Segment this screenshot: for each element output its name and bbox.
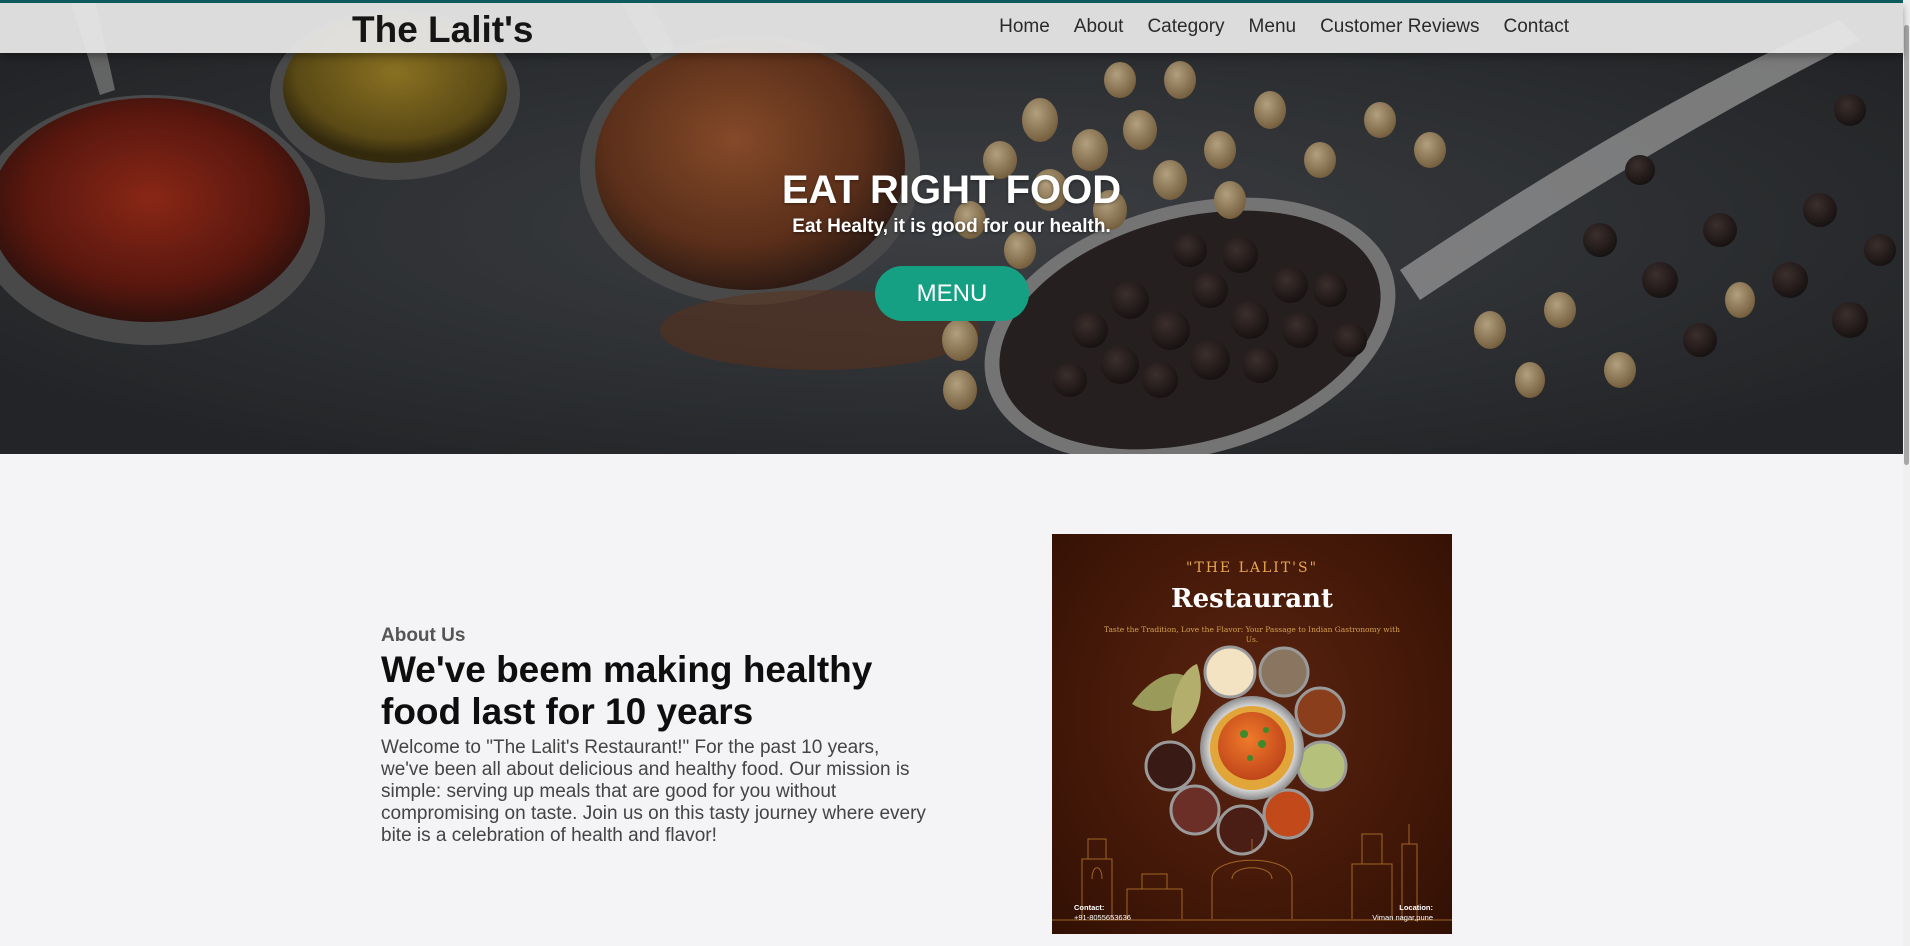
- poster-title: Restaurant: [1170, 584, 1333, 614]
- nav-contact[interactable]: Contact: [1504, 16, 1569, 38]
- nav-menu[interactable]: Menu: [1249, 16, 1297, 38]
- nav-links: Home About Category Menu Customer Review…: [999, 16, 1569, 38]
- about-eyebrow: About Us: [381, 625, 466, 646]
- poster-contact-value: +91-8055653636: [1074, 913, 1131, 922]
- scrollbar-thumb[interactable]: [1904, 25, 1909, 465]
- poster-location: Location: Viman nagar,pune: [1313, 903, 1433, 923]
- poster-brand: "THE LALIT'S": [1185, 560, 1319, 576]
- menu-button[interactable]: MENU: [875, 266, 1029, 321]
- restaurant-poster-image: "THE LALIT'S" Restaurant Taste the Tradi…: [1052, 534, 1452, 934]
- nav-home[interactable]: Home: [999, 16, 1050, 38]
- poster-contact: Contact: +91-8055653636: [1074, 903, 1194, 923]
- hero-banner: EAT RIGHT FOOD Eat Healty, it is good fo…: [0, 0, 1903, 454]
- page-scrollbar[interactable]: [1903, 0, 1910, 946]
- about-section: About Us We've beem making healthy food …: [381, 625, 941, 847]
- navbar: The Lalit's Home About Category Menu Cus…: [0, 3, 1903, 53]
- hero-title: EAT RIGHT FOOD: [781, 168, 1122, 212]
- poster-location-label: Location:: [1399, 903, 1433, 912]
- nav-about[interactable]: About: [1074, 16, 1124, 38]
- about-heading: We've beem making healthy food last for …: [381, 649, 873, 732]
- poster-location-value: Viman nagar,pune: [1372, 913, 1433, 922]
- nav-customer-reviews[interactable]: Customer Reviews: [1320, 16, 1479, 38]
- poster-tagline: Taste the Tradition, Love the Flavor: Yo…: [1104, 625, 1400, 644]
- hero-subtitle: Eat Healty, it is good for our health.: [792, 216, 1111, 237]
- about-body: Welcome to "The Lalit's Restaurant!" For…: [381, 737, 926, 846]
- brand-logo[interactable]: The Lalit's: [352, 9, 534, 51]
- nav-category[interactable]: Category: [1147, 16, 1224, 38]
- poster-contact-label: Contact:: [1074, 903, 1105, 912]
